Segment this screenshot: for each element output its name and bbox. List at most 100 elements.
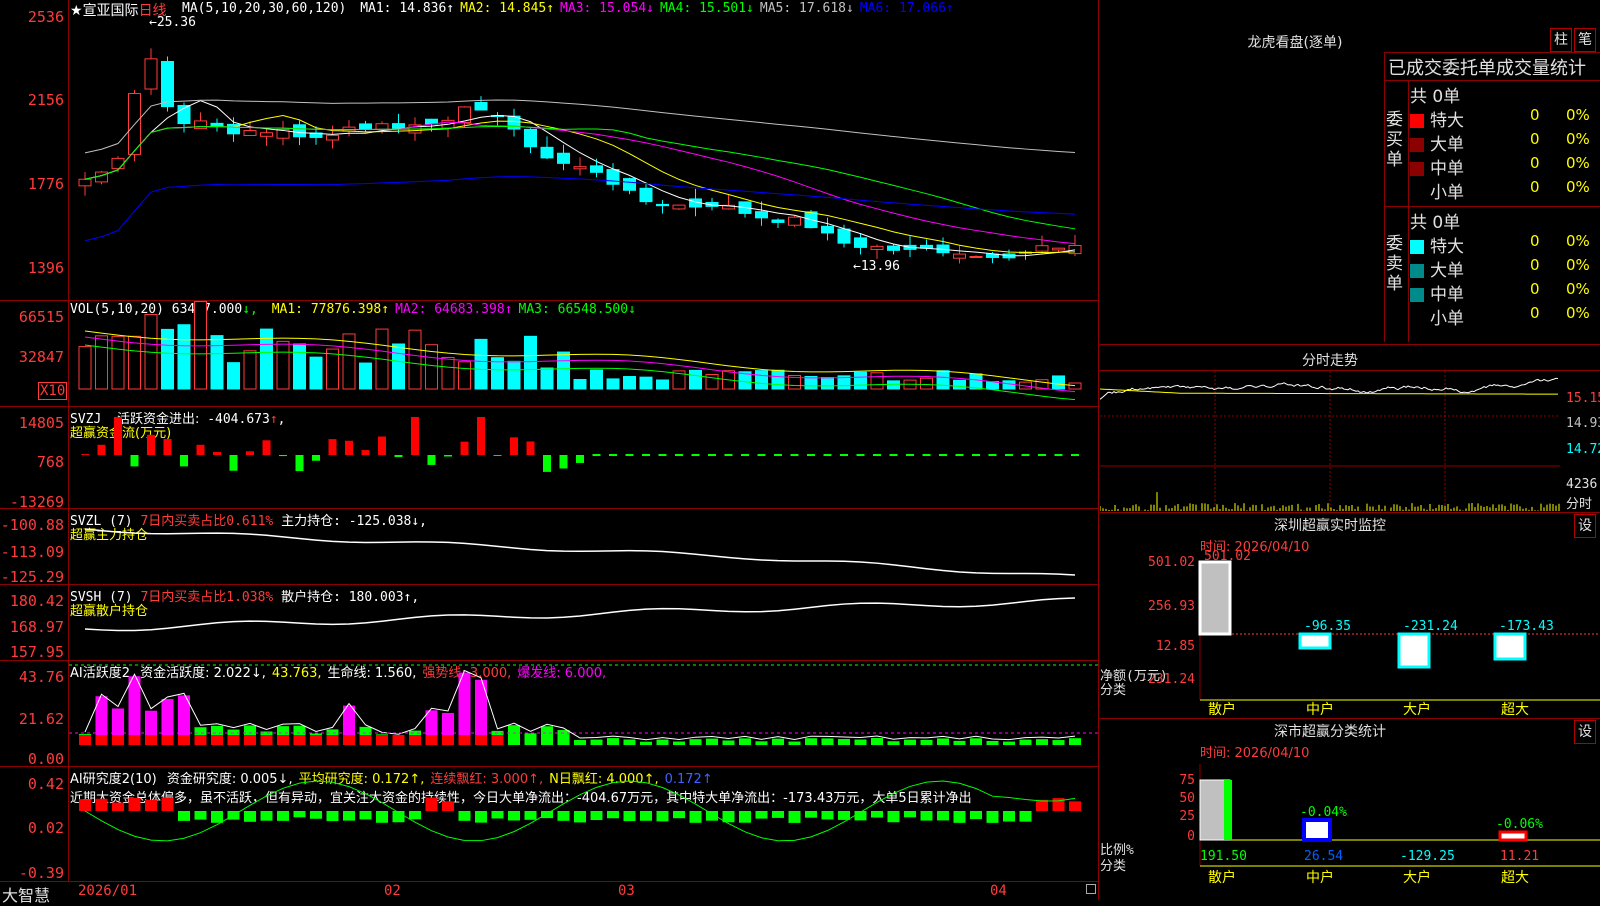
flow-bar (163, 439, 172, 455)
order-count: 0 (1530, 280, 1540, 298)
order-count: 0 (1530, 106, 1540, 124)
net-value: -96.35 (1304, 619, 1351, 634)
activity-base (260, 735, 273, 745)
volume-bar (623, 376, 636, 390)
activity-bar (656, 739, 669, 745)
x-label: 03 (618, 883, 635, 899)
x-axis-label: 分类 (1100, 859, 1126, 874)
volume-bar (969, 373, 983, 390)
y-tick: -0.39 (18, 864, 64, 882)
research-bar (95, 798, 108, 811)
activity-bar (689, 739, 702, 745)
candle-body (590, 165, 603, 173)
chart-area[interactable]: ★宣亚国际日线 MA(5,10,20,30,60,120) MA1: 14.83… (0, 0, 1100, 905)
flow-bar (229, 455, 238, 471)
research-bar (244, 811, 256, 822)
research-bar (986, 811, 999, 823)
bar-view-button[interactable]: 柱 (1550, 28, 1572, 52)
flow-bar (510, 437, 518, 455)
net-value: -231.24 (1403, 619, 1458, 634)
activity-bar (920, 739, 933, 745)
order-total: 共 0单 (1410, 87, 1461, 107)
y-tick: 25 (1179, 809, 1195, 824)
research-bar (277, 811, 289, 821)
y-tick: -125.29 (0, 568, 64, 586)
fund-flow-chart[interactable] (69, 407, 1098, 508)
candlestick-chart[interactable]: ←25.36 ←13.96 (69, 0, 1098, 300)
flow-bar (873, 454, 881, 456)
volume-bar (870, 372, 884, 390)
flow-bar (988, 454, 997, 456)
color-swatch (1410, 312, 1424, 326)
volume-bar (441, 356, 455, 390)
pen-view-button[interactable]: 笔 (1574, 28, 1596, 52)
settings-button[interactable]: 设 (1574, 720, 1596, 744)
order-pct: 0% (1566, 280, 1590, 298)
flow-bar (790, 454, 799, 456)
flow-bar (708, 454, 716, 456)
settings-button[interactable]: 设 (1574, 514, 1596, 538)
trend-line (84, 597, 1076, 632)
volume-bar (755, 370, 768, 390)
color-swatch (1410, 138, 1424, 152)
volume-bar (953, 379, 966, 390)
activity-base (491, 735, 504, 745)
order-size-label: 特大 (1430, 237, 1464, 257)
main-force-chart[interactable] (69, 509, 1098, 584)
volume-bar (326, 348, 339, 390)
order-row: 中单 0 0% (1410, 280, 1600, 305)
research-bar (1036, 799, 1048, 811)
ai-research-chart[interactable] (69, 767, 1098, 881)
candle-body (375, 123, 389, 130)
category-label: 大户 (1403, 701, 1431, 715)
activity-bar (508, 725, 520, 745)
order-pct: 0% (1566, 304, 1590, 322)
category-label: 散户 (1208, 869, 1236, 886)
activity-bar (854, 739, 867, 745)
y-tick: 1396 (27, 259, 64, 277)
research-bar (920, 811, 933, 821)
candle-body (953, 253, 966, 259)
high-label: ←25.36 (149, 15, 196, 30)
net-bar (1198, 560, 1232, 636)
net-bar (1397, 632, 1431, 669)
candle-body (557, 152, 570, 164)
volume-bar (78, 346, 92, 390)
ai-active-chart[interactable] (69, 661, 1098, 766)
retail-chart[interactable] (69, 585, 1098, 660)
flow-bar (361, 450, 370, 455)
intraday-chart[interactable] (1100, 371, 1565, 511)
activity-bar (1019, 739, 1032, 745)
net-value: 501.02 (1204, 550, 1251, 564)
activity-bar (574, 740, 586, 745)
flow-bar (675, 454, 683, 456)
order-pct: 0% (1566, 154, 1590, 172)
y-tick: 501.02 (1148, 555, 1195, 570)
y-tick: 12.85 (1156, 639, 1195, 654)
volume-chart[interactable] (69, 301, 1098, 406)
activity-bar (607, 738, 619, 745)
lock-icon[interactable] (1086, 884, 1096, 894)
net-amount-chart[interactable]: 501.02256.9312.85-231.24501.02-96.35 -231… (1100, 550, 1600, 715)
activity-base (145, 735, 157, 745)
volume-bar (524, 335, 537, 390)
y-tick: 0.02 (27, 819, 64, 837)
candle-body (771, 219, 785, 223)
candle-body (293, 124, 306, 138)
activity-bar (458, 672, 471, 745)
ratio-chart[interactable]: 75 50 25 0 -0.04% -0.06% 191.50 26.54 -129.25 11.… (1100, 756, 1600, 900)
candle-body (672, 204, 686, 210)
activity-bar (1069, 738, 1081, 745)
activity-base (244, 735, 256, 745)
order-count: 0 (1530, 256, 1540, 274)
activity-bar (772, 738, 784, 745)
order-count: 0 (1530, 304, 1540, 322)
candle-body (887, 245, 900, 251)
candle-body (656, 203, 669, 207)
y-tick: 0.00 (27, 750, 64, 768)
volume-bar (491, 357, 504, 390)
color-swatch (1410, 162, 1424, 176)
flow-bar (840, 454, 848, 456)
flow-bar (939, 454, 947, 456)
flow-bar (1054, 454, 1063, 456)
